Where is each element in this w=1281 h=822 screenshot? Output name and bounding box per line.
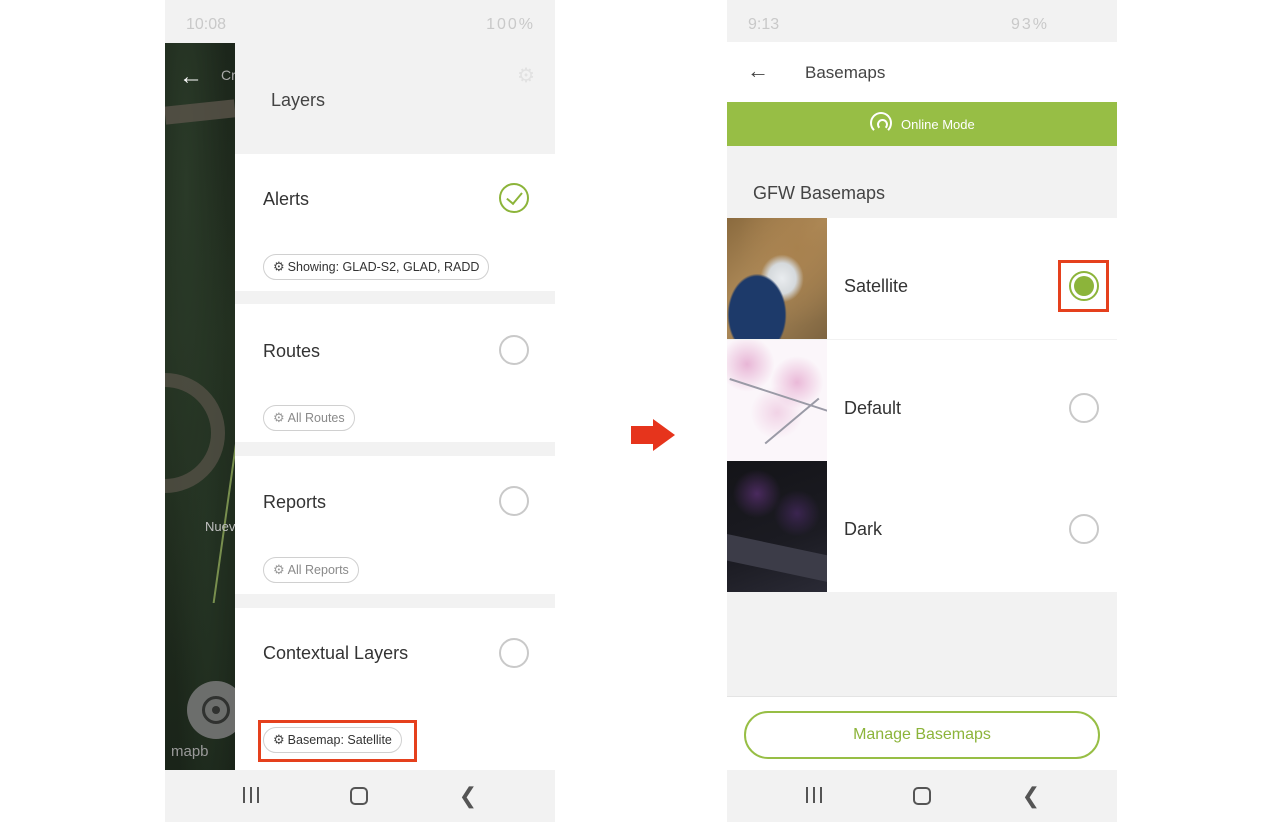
gear-icon[interactable]: ⚙	[517, 63, 535, 88]
basemap-row-default[interactable]: Default	[727, 340, 1117, 461]
layer-row-routes[interactable]: Routes ⚙ All Routes	[235, 304, 555, 442]
panel-title: Layers	[271, 90, 326, 110]
status-bar: 9:13 93%	[727, 0, 1117, 44]
layer-row-alerts[interactable]: Alerts ⚙ Showing: GLAD-S2, GLAD, RADD	[235, 154, 555, 291]
map-river	[165, 99, 236, 125]
highlight-box	[1058, 260, 1109, 312]
status-bar: 10:08 100%	[165, 0, 555, 44]
gear-icon: ⚙	[273, 562, 285, 577]
pill-label: All Reports	[287, 563, 349, 577]
map-view[interactable]: ← Cr Nuev mapb	[165, 43, 256, 771]
layer-name: Routes	[263, 341, 321, 361]
battery-level: 100%	[486, 16, 535, 33]
crosshair-icon	[202, 696, 230, 724]
layer-name: Contextual Layers	[263, 643, 409, 663]
status-icons: 100%	[486, 16, 535, 34]
pill-label: Showing: GLAD-S2, GLAD, RADD	[287, 260, 480, 274]
home-button[interactable]	[350, 787, 368, 805]
layer-row-reports[interactable]: Reports ⚙ All Reports	[235, 456, 555, 594]
manage-basemaps-button[interactable]: Manage Basemaps	[744, 711, 1100, 759]
back-button[interactable]: ❮	[456, 784, 480, 808]
back-button[interactable]: ❮	[1019, 784, 1043, 808]
section-title: GFW Basemaps	[753, 183, 886, 203]
satellite-thumbnail	[727, 218, 827, 339]
basemap-name: Default	[844, 398, 902, 418]
alerts-filter-pill[interactable]: ⚙ Showing: GLAD-S2, GLAD, RADD	[263, 254, 490, 280]
layer-name: Reports	[263, 492, 327, 512]
transition-arrow	[631, 419, 677, 451]
map-place-label: Nuev	[205, 519, 236, 534]
default-thumbnail	[727, 340, 827, 461]
signal-icon	[870, 112, 892, 134]
online-mode-banner: Online Mode	[727, 102, 1117, 146]
app-bar: ← Basemaps	[727, 42, 1117, 102]
layers-panel: ⚙ Layers Alerts ⚙ Showing: GLAD-S2, GLAD,…	[235, 43, 555, 771]
reports-filter-pill[interactable]: ⚙ All Reports	[263, 557, 359, 583]
layer-toggle[interactable]	[499, 638, 529, 668]
layer-toggle[interactable]	[499, 335, 529, 365]
battery-level: 93%	[1010, 16, 1049, 33]
layers-screen: 10:08 100% ← Cr Nuev mapb ⚙ Layers Alert…	[165, 0, 555, 822]
basemaps-screen: 9:13 93% ← Basemaps Online Mode GFW Base…	[727, 0, 1117, 822]
recents-button[interactable]	[805, 787, 823, 805]
map-attribution: mapb	[171, 743, 209, 760]
layer-toggle[interactable]	[499, 486, 529, 516]
basemap-radio[interactable]	[1069, 393, 1099, 423]
system-nav-bar: ❮	[165, 770, 555, 822]
routes-filter-pill[interactable]: ⚙ All Routes	[263, 405, 355, 431]
online-mode-label: Online Mode	[901, 117, 975, 132]
basemap-row-dark[interactable]: Dark	[727, 461, 1117, 592]
page-title: Basemaps	[805, 63, 886, 82]
map-title: Cr	[221, 67, 236, 83]
basemap-name: Satellite	[844, 276, 909, 296]
arrow-left-icon[interactable]: ←	[747, 58, 769, 84]
highlight-box	[258, 720, 417, 762]
bottom-actions: Manage Basemaps	[727, 696, 1117, 770]
status-time: 9:13	[748, 16, 780, 33]
recents-button[interactable]	[242, 787, 260, 805]
basemap-radio[interactable]	[1069, 514, 1099, 544]
basemap-name: Dark	[844, 519, 883, 539]
gear-icon: ⚙	[273, 259, 285, 274]
pill-label: All Routes	[287, 411, 345, 425]
home-button[interactable]	[913, 787, 931, 805]
dark-thumbnail	[727, 461, 827, 592]
status-time: 10:08	[186, 16, 227, 33]
layer-name: Alerts	[263, 189, 310, 209]
system-nav-bar: ❮	[727, 770, 1117, 822]
gear-icon: ⚙	[273, 410, 285, 425]
arrow-left-icon[interactable]: ←	[179, 63, 203, 91]
layer-toggle-checked[interactable]	[499, 183, 529, 213]
status-icons: 93%	[1011, 16, 1049, 34]
